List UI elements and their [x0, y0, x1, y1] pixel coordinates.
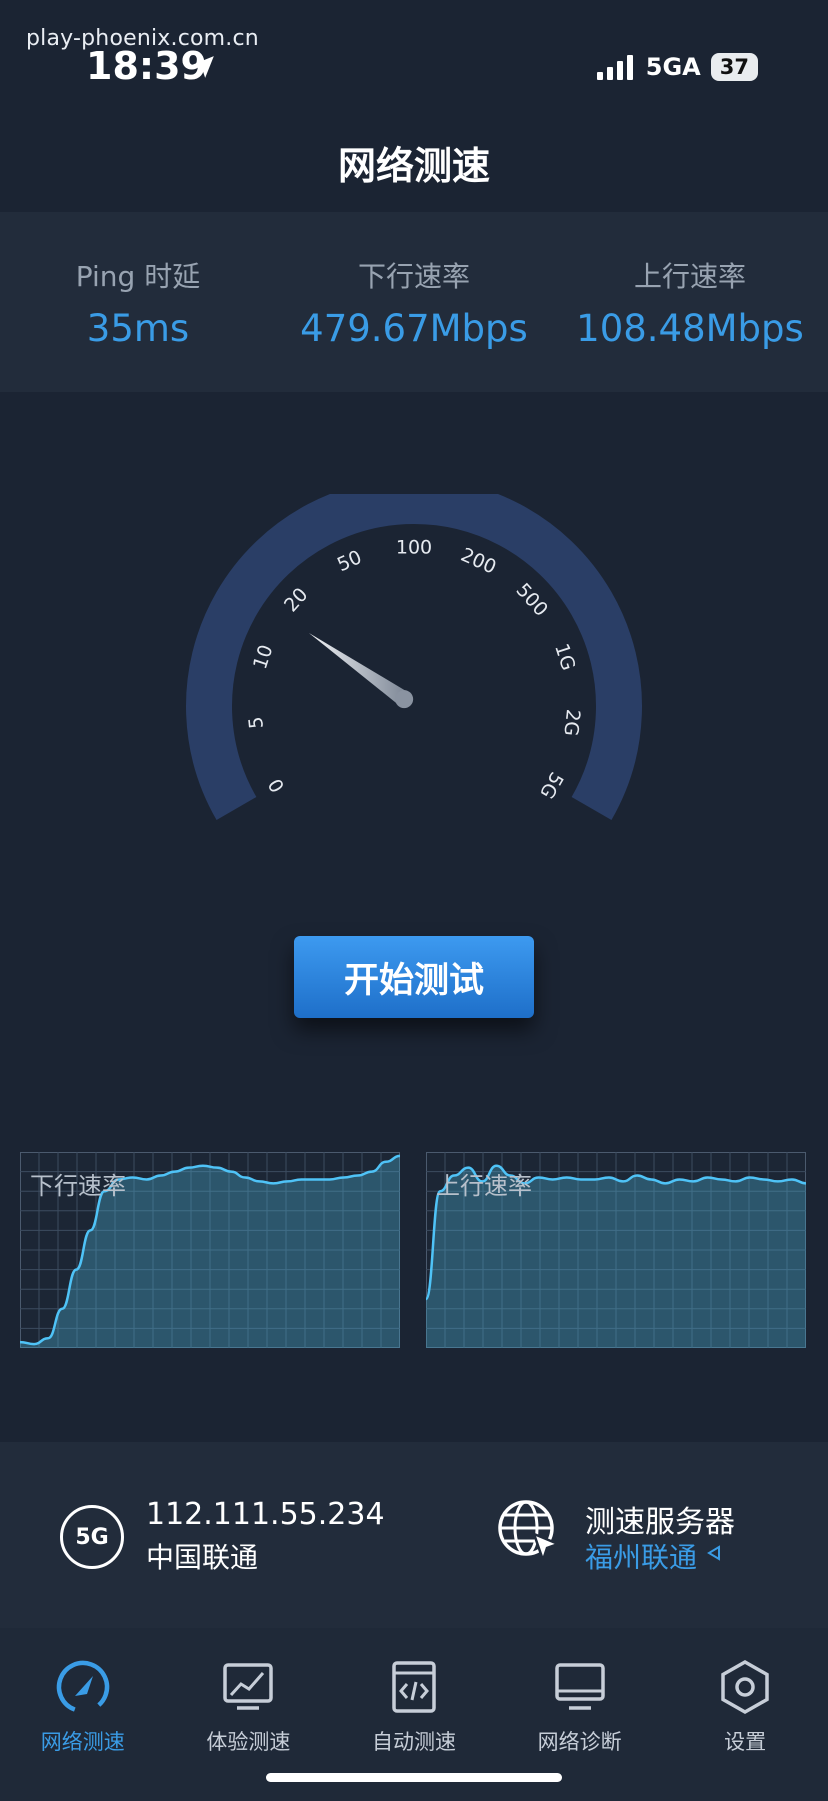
upload-stat: 上行速率 108.48Mbps — [552, 212, 828, 392]
gauge-tick-label: 5G — [535, 768, 567, 802]
ping-stat: Ping 时延 35ms — [0, 212, 276, 392]
download-label: 下行速率 — [357, 259, 470, 293]
download-chart-label: 下行速率 — [30, 1172, 126, 1200]
tab-label: 网络测速 — [40, 1730, 125, 1754]
status-time: 18:39 — [86, 44, 207, 88]
upload-chart-label: 上行速率 — [436, 1172, 532, 1200]
carrier-name: 中国联通 — [146, 1541, 259, 1574]
tab-label: 体验测速 — [206, 1730, 291, 1754]
ping-value: 35ms — [86, 306, 190, 350]
signal-icon — [596, 55, 633, 80]
speed-gauge: 0 5 1020 50 100 200 500 1G 2G 5G — [186, 494, 642, 820]
network-5g-badge: 5G — [60, 1505, 124, 1569]
tab-label: 设置 — [724, 1730, 767, 1754]
ping-label: Ping 时延 — [75, 259, 201, 293]
gauge-tick-label: 10 — [249, 642, 277, 672]
needle-hub — [395, 690, 414, 709]
network-type: 5GA — [645, 53, 701, 81]
status-bar-right: 5GA 37 — [596, 52, 758, 82]
server-label: 测速服务器 — [585, 1505, 735, 1540]
globe-cursor-icon[interactable] — [496, 1498, 562, 1564]
monitor-icon — [554, 1663, 605, 1710]
gauge-tick-label: 500 — [511, 579, 552, 621]
gauge-tick-label: 100 — [396, 537, 432, 559]
upload-label: 上行速率 — [633, 259, 746, 293]
code-doc-icon — [392, 1661, 436, 1713]
download-chart: 下行速率 — [19, 1152, 401, 1348]
location-arrow-icon — [192, 56, 214, 78]
tab-label: 网络诊断 — [537, 1730, 622, 1754]
gauge-tick-label: 20 — [280, 584, 313, 617]
tab-network-speed[interactable]: 网络测速 — [0, 1628, 166, 1801]
gauge-tick-label: 200 — [457, 544, 499, 579]
hexagon-gear-icon — [721, 1659, 769, 1715]
triangle-left-icon[interactable] — [707, 1545, 721, 1561]
gauge-needle — [308, 632, 414, 709]
home-indicator — [266, 1773, 562, 1782]
download-value: 479.67Mbps — [300, 306, 528, 350]
needle-body — [308, 632, 409, 706]
tab-settings[interactable]: 设置 — [662, 1628, 828, 1801]
gauge-tick-label: 2G — [559, 708, 584, 737]
stats-panel: Ping 时延 35ms 下行速率 479.67Mbps 上行速率 108.48… — [0, 212, 828, 392]
server-value[interactable]: 福州联通 — [585, 1536, 697, 1576]
battery-badge: 37 — [710, 53, 758, 81]
page-title: 网络测速 — [337, 144, 490, 188]
gauge-tick-label: 50 — [334, 546, 365, 576]
speedometer-icon — [56, 1660, 110, 1714]
gauge-tick-label: 0 — [264, 775, 289, 796]
download-stat: 下行速率 479.67Mbps — [276, 212, 552, 392]
gauge-tick-label: 1G — [550, 641, 579, 673]
gauge-tick-label: 5 — [245, 715, 268, 729]
tab-label: 自动测速 — [371, 1730, 456, 1754]
start-test-button[interactable]: 开始测试 — [294, 936, 534, 1018]
upload-value: 108.48Mbps — [576, 306, 804, 350]
upload-chart: 上行速率 — [424, 1152, 807, 1348]
chart-monitor-icon — [223, 1663, 274, 1710]
ip-address: 112.111.55.234 — [146, 1497, 385, 1532]
